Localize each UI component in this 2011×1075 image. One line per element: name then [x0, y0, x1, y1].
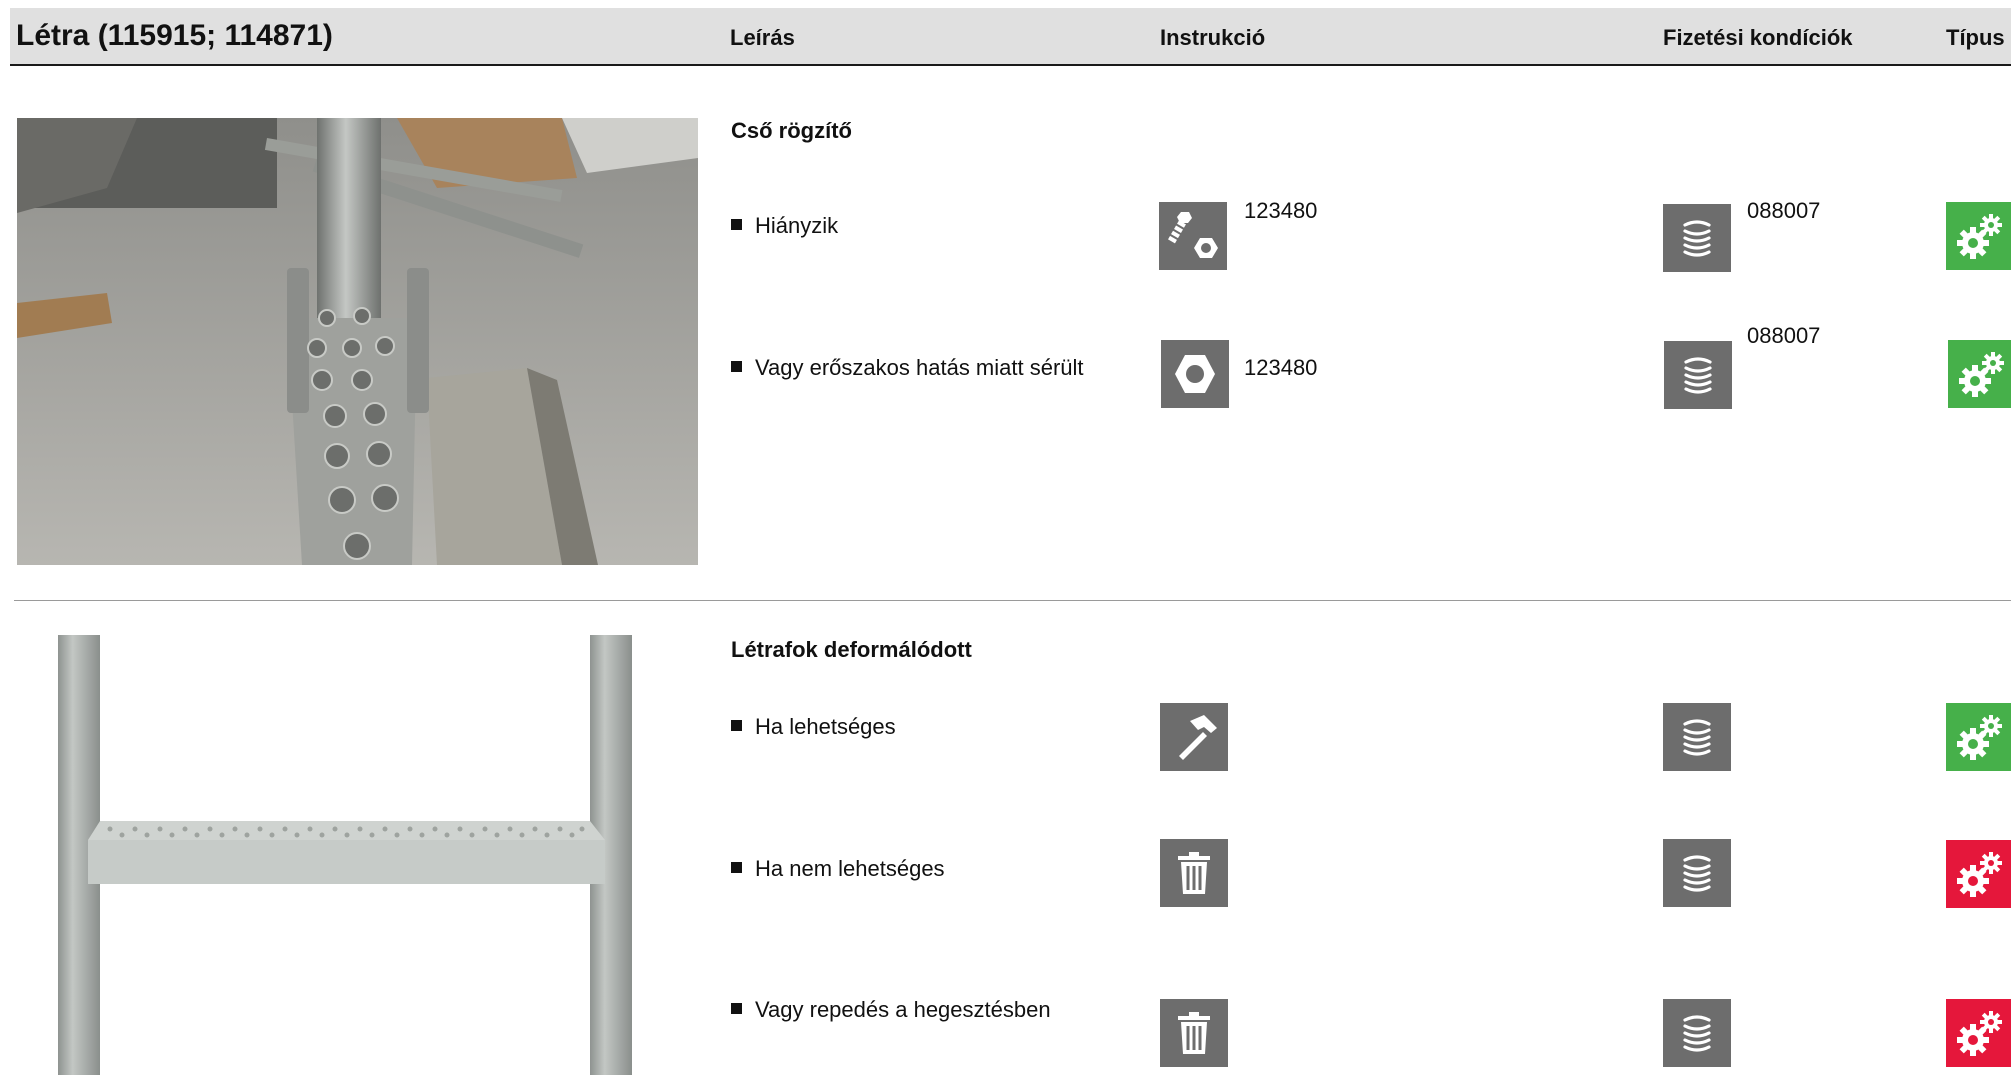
payment-code: 088007: [1747, 198, 1821, 223]
page-title: Létra (115915; 114871): [16, 19, 333, 52]
coin-stack-icon: [1663, 204, 1731, 272]
instruction-code: 123480: [1244, 198, 1318, 223]
nut-icon: [1161, 340, 1229, 408]
section-title: Létrafok deformálódott: [731, 637, 972, 662]
gears-icon: [1946, 999, 2011, 1067]
gears-icon: [1946, 703, 2011, 771]
section-divider: [14, 600, 2011, 601]
item-label: Ha nem lehetséges: [755, 856, 945, 881]
column-header-instruction: Instrukció: [1160, 25, 1266, 50]
column-header-description: Leírás: [730, 25, 795, 50]
bullet-square: [731, 1003, 742, 1014]
section-title: Cső rögzítő: [731, 118, 852, 143]
photo-of-tube-clamp: [17, 118, 698, 565]
column-header-payment: Fizetési kondíciók: [1663, 25, 1853, 50]
column-header-type: Típus: [1946, 25, 2005, 50]
gears-icon: [1946, 840, 2011, 908]
coin-stack-icon: [1663, 703, 1731, 771]
payment-code: 088007: [1747, 323, 1821, 348]
item-label: Hiányzik: [755, 213, 839, 238]
bullet-square: [731, 862, 742, 873]
item-label: Vagy erőszakos hatás miatt sérült: [755, 355, 1084, 380]
bullet-square: [731, 720, 742, 731]
bullet-square: [731, 219, 742, 230]
coin-stack-icon: [1663, 999, 1731, 1067]
trash-icon: [1160, 999, 1228, 1067]
hammer-icon: [1160, 703, 1228, 771]
list-item: Vagy erőszakos hatás miatt sérült: [731, 355, 1084, 381]
list-item: Hiányzik: [731, 213, 838, 239]
coin-stack-icon: [1664, 341, 1732, 409]
gears-icon: [1948, 340, 2011, 408]
bullet-square: [731, 361, 742, 372]
item-label: Vagy repedés a hegesztésben: [755, 997, 1051, 1022]
list-item: Ha lehetséges: [731, 714, 896, 740]
instruction-code: 123480: [1244, 355, 1318, 380]
bolt-nut-icon: [1159, 202, 1227, 270]
list-item: Ha nem lehetséges: [731, 856, 945, 882]
table-header: Létra (115915; 114871) Leírás Instrukció…: [10, 8, 2011, 66]
coin-stack-icon: [1663, 839, 1731, 907]
list-item: Vagy repedés a hegesztésben: [731, 997, 1051, 1023]
item-label: Ha lehetséges: [755, 714, 896, 739]
trash-icon: [1160, 839, 1228, 907]
gears-icon: [1946, 202, 2011, 270]
ladder-rung-illustration: [50, 635, 640, 1075]
